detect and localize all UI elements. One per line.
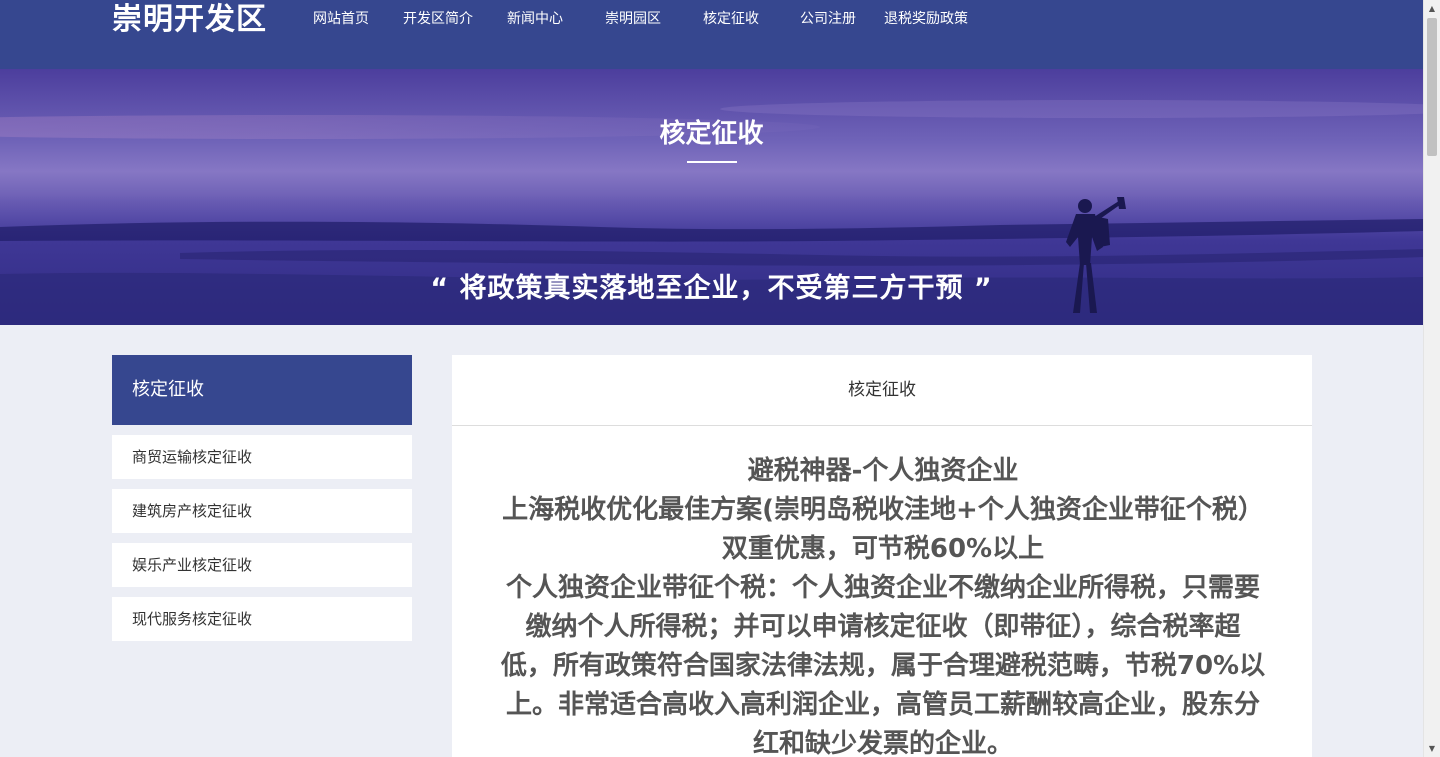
- sidebar-item-modern-services[interactable]: 现代服务核定征收: [112, 597, 412, 641]
- nav-item-home[interactable]: 网站首页: [313, 10, 369, 28]
- scroll-down-arrow-icon[interactable]: ▼: [1424, 740, 1440, 757]
- nav-item-assessed-tax[interactable]: 核定征收: [703, 10, 759, 28]
- article-line: 上海税收优化最佳方案(崇明岛税收洼地+个人独资企业带征个税）: [502, 495, 1264, 525]
- sidebar-title: 核定征收: [112, 355, 412, 425]
- article-line: 红和缺少发票的企业。: [752, 729, 1013, 757]
- nav-item-about[interactable]: 开发区简介: [403, 10, 473, 28]
- article-heading: 避税神器-个人独资企业: [747, 456, 1019, 486]
- scroll-thumb[interactable]: [1427, 18, 1437, 156]
- main-nav: 网站首页 开发区简介 新闻中心 崇明园区 核定征收 公司注册 退税奖励政策: [0, 0, 1423, 40]
- nav-item-news[interactable]: 新闻中心: [507, 10, 563, 28]
- hero-title: 核定征收: [659, 119, 764, 149]
- article-line: 低，所有政策符合国家法律法规，属于合理避税范畴，节税70%以: [500, 651, 1266, 681]
- site-header: 崇明开发区 网站首页 开发区简介 新闻中心 崇明园区 核定征收 公司注册 退税奖…: [0, 0, 1423, 69]
- article-line: 缴纳个人所得税；并可以申请核定征收（即带征），综合税率超: [525, 612, 1241, 642]
- sidebar-item-entertainment[interactable]: 娱乐产业核定征收: [112, 543, 412, 587]
- sidebar: 核定征收 商贸运输核定征收 建筑房产核定征收 娱乐产业核定征收 现代服务核定征收: [112, 355, 412, 641]
- content-panel: 核定征收 避税神器-个人独资企业 上海税收优化最佳方案(崇明岛税收洼地+个人独资…: [452, 355, 1312, 757]
- page-scrollbar[interactable]: ▲ ▼: [1423, 0, 1440, 757]
- hero-title-underline: [687, 161, 737, 163]
- nav-item-tax-refund[interactable]: 退税奖励政策: [884, 10, 968, 28]
- content-title: 核定征收: [452, 355, 1312, 426]
- article-line: 上。非常适合高收入高利润企业，高管员工薪酬较高企业，股东分: [505, 690, 1260, 720]
- nav-item-parks[interactable]: 崇明园区: [605, 10, 661, 28]
- article-body: 避税神器-个人独资企业 上海税收优化最佳方案(崇明岛税收洼地+个人独资企业带征个…: [452, 426, 1312, 757]
- scroll-up-arrow-icon[interactable]: ▲: [1424, 0, 1440, 17]
- sidebar-item-construction-realestate[interactable]: 建筑房产核定征收: [112, 489, 412, 533]
- nav-item-registration[interactable]: 公司注册: [800, 10, 856, 28]
- cloud-streak: [720, 100, 1423, 118]
- sidebar-item-trade-transport[interactable]: 商贸运输核定征收: [112, 435, 412, 479]
- hero-slogan: “ 将政策真实落地至企业，不受第三方干预 ”: [430, 273, 993, 304]
- article-line: 个人独资企业带征个税：个人独资企业不缴纳企业所得税，只需要: [505, 573, 1260, 603]
- article-line: 双重优惠，可节税60%以上: [721, 534, 1045, 564]
- hero-banner: 核定征收 “ 将政策真实落地至企业，不受第三方干预 ”: [0, 69, 1423, 325]
